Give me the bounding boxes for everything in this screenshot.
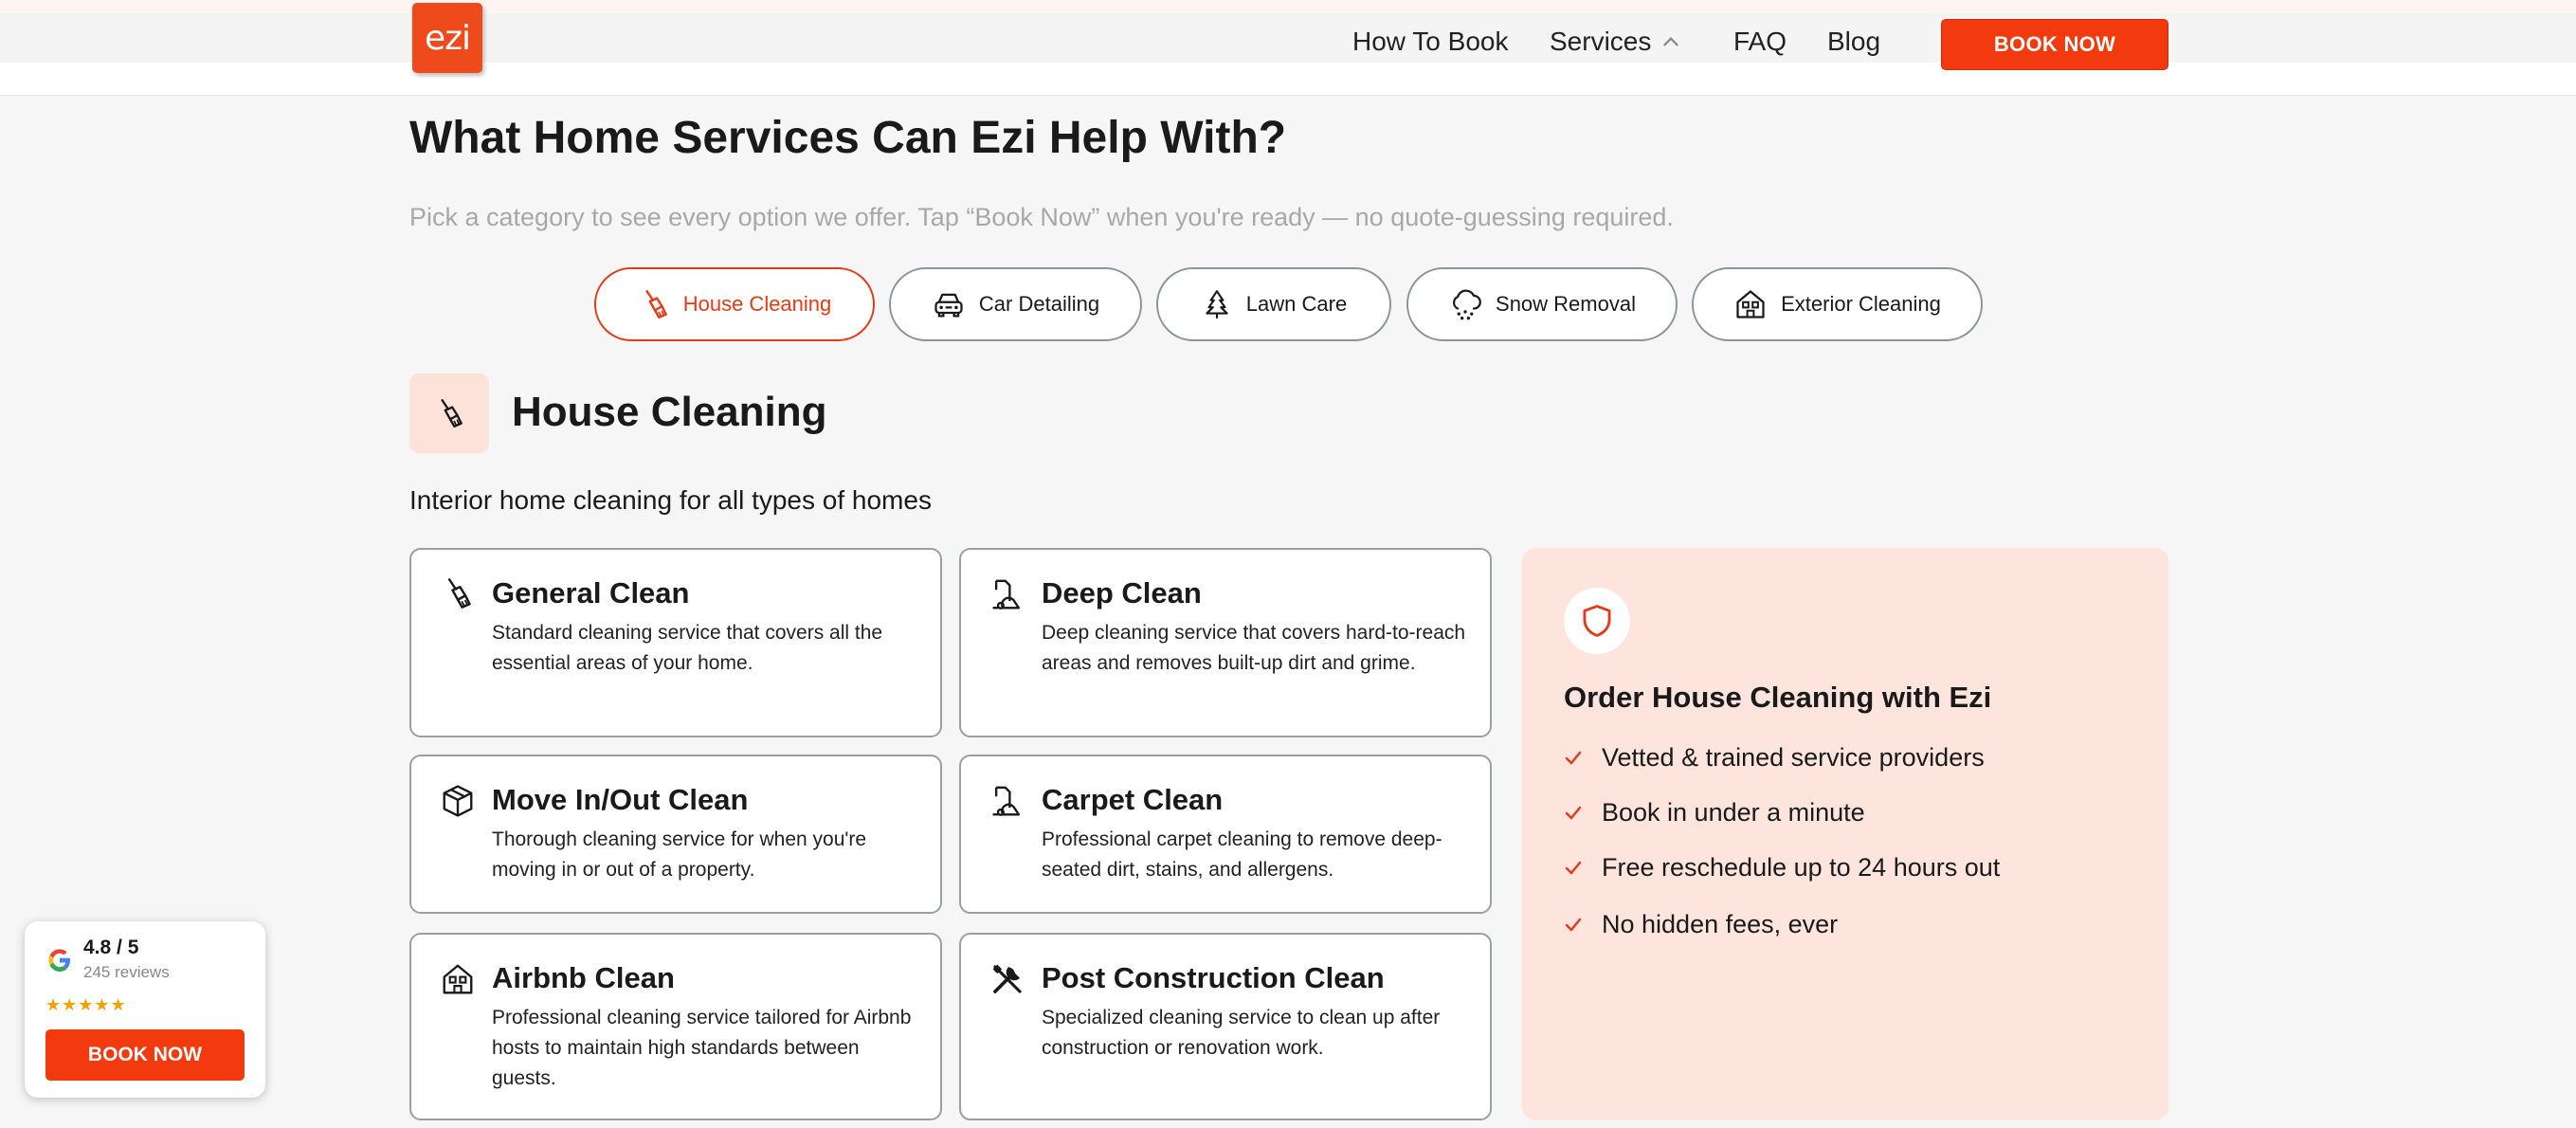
site-header xyxy=(0,0,2576,96)
benefit-item: Free reschedule up to 24 hours out xyxy=(1564,853,2000,882)
check-icon xyxy=(1564,804,1583,823)
section-title: House Cleaning xyxy=(512,389,827,435)
service-description: Professional carpet cleaning to remove d… xyxy=(1042,828,1442,881)
nav-how-to-book[interactable]: How To Book xyxy=(1352,27,1508,57)
section-description: Interior home cleaning for all types of … xyxy=(409,485,932,515)
house-icon xyxy=(440,961,476,997)
broom-icon xyxy=(638,288,670,320)
ezi-logo[interactable]: ezi xyxy=(412,3,482,73)
check-icon xyxy=(1564,749,1583,768)
tab-label: Snow Removal xyxy=(1496,292,1636,316)
tab-label: Car Detailing xyxy=(978,292,1100,316)
order-panel-title: Order House Cleaning with Ezi xyxy=(1564,681,1992,714)
broom-icon xyxy=(440,576,474,610)
tab-label: Exterior Cleaning xyxy=(1781,292,1941,316)
nav-faq[interactable]: FAQ xyxy=(1733,27,1787,57)
vacuum-icon xyxy=(989,783,1025,819)
service-title: Carpet Clean xyxy=(1042,783,1224,816)
benefit-item: No hidden fees, ever xyxy=(1564,910,1838,939)
snow-cloud-icon xyxy=(1448,287,1482,321)
service-title: Deep Clean xyxy=(1042,576,1202,609)
service-description: Professional cleaning service tailored f… xyxy=(492,1007,912,1089)
review-book-now-button[interactable]: BOOK NOW xyxy=(45,1029,245,1081)
tab-car-detailing[interactable]: Car Detailing xyxy=(889,267,1142,341)
tools-icon xyxy=(989,961,1025,997)
service-description: Specialized cleaning service to clean up… xyxy=(1042,1007,1441,1059)
book-now-button[interactable]: BOOK NOW xyxy=(1941,19,2168,70)
google-icon xyxy=(48,949,70,972)
service-card-move-in-out-clean[interactable]: Move In/Out Clean Thorough cleaning serv… xyxy=(409,755,942,914)
service-description: Thorough cleaning service for when you'r… xyxy=(492,828,867,881)
service-title: Move In/Out Clean xyxy=(492,783,749,816)
tab-exterior-cleaning[interactable]: Exterior Cleaning xyxy=(1692,267,1983,341)
shield-badge xyxy=(1564,588,1630,654)
section-icon-tile xyxy=(409,373,489,453)
star-rating-icon: ★★★★★ xyxy=(45,995,127,1014)
logo-text: ezi xyxy=(424,18,471,58)
benefit-item: Book in under a minute xyxy=(1564,798,1865,828)
google-review-widget: 4.8 / 5 245 reviews ★★★★★ BOOK NOW xyxy=(25,921,265,1098)
check-icon xyxy=(1564,859,1583,878)
benefit-text: Free reschedule up to 24 hours out xyxy=(1602,853,2001,882)
tab-snow-removal[interactable]: Snow Removal xyxy=(1406,267,1678,341)
page-subtitle: Pick a category to see every option we o… xyxy=(409,203,1674,231)
header-divider xyxy=(0,63,2576,96)
page-title: What Home Services Can Ezi Help With? xyxy=(409,113,1287,163)
chevron-up-icon xyxy=(1660,31,1681,52)
service-description: Deep cleaning service that covers hard-t… xyxy=(1042,622,1466,674)
service-title: General Clean xyxy=(492,576,690,609)
check-icon xyxy=(1564,916,1583,935)
service-card-deep-clean[interactable]: Deep Clean Deep cleaning service that co… xyxy=(959,548,1492,737)
shield-icon xyxy=(1579,603,1615,639)
box-icon xyxy=(440,783,476,819)
nav-services-label: Services xyxy=(1550,27,1652,56)
service-title: Airbnb Clean xyxy=(492,961,675,994)
benefit-text: Book in under a minute xyxy=(1602,798,1865,827)
benefit-text: No hidden fees, ever xyxy=(1602,910,1839,938)
service-description: Standard cleaning service that covers al… xyxy=(492,622,883,674)
service-card-airbnb-clean[interactable]: Airbnb Clean Professional cleaning servi… xyxy=(409,933,942,1120)
tab-label: House Cleaning xyxy=(682,292,832,316)
broom-icon xyxy=(433,397,465,429)
benefit-item: Vetted & trained service providers xyxy=(1564,743,1985,773)
car-icon xyxy=(932,287,966,321)
vacuum-icon xyxy=(989,576,1025,612)
review-count: 245 reviews xyxy=(83,963,170,981)
tab-house-cleaning[interactable]: House Cleaning xyxy=(594,267,875,341)
tab-lawn-care[interactable]: Lawn Care xyxy=(1156,267,1391,341)
service-title: Post Construction Clean xyxy=(1042,961,1385,994)
benefit-text: Vetted & trained service providers xyxy=(1602,743,1985,772)
service-card-post-construction-clean[interactable]: Post Construction Clean Specialized clea… xyxy=(959,933,1492,1120)
nav-blog[interactable]: Blog xyxy=(1827,27,1880,57)
tree-icon xyxy=(1201,288,1233,320)
service-card-general-clean[interactable]: General Clean Standard cleaning service … xyxy=(409,548,942,737)
review-rating: 4.8 / 5 xyxy=(83,937,139,958)
nav-services[interactable]: Services xyxy=(1550,27,1681,57)
order-panel: Order House Cleaning with Ezi Vetted & t… xyxy=(1522,548,2168,1120)
house-icon xyxy=(1733,287,1768,321)
header-tint xyxy=(0,0,2576,13)
service-card-carpet-clean[interactable]: Carpet Clean Professional carpet cleanin… xyxy=(959,755,1492,914)
tab-label: Lawn Care xyxy=(1245,292,1348,316)
